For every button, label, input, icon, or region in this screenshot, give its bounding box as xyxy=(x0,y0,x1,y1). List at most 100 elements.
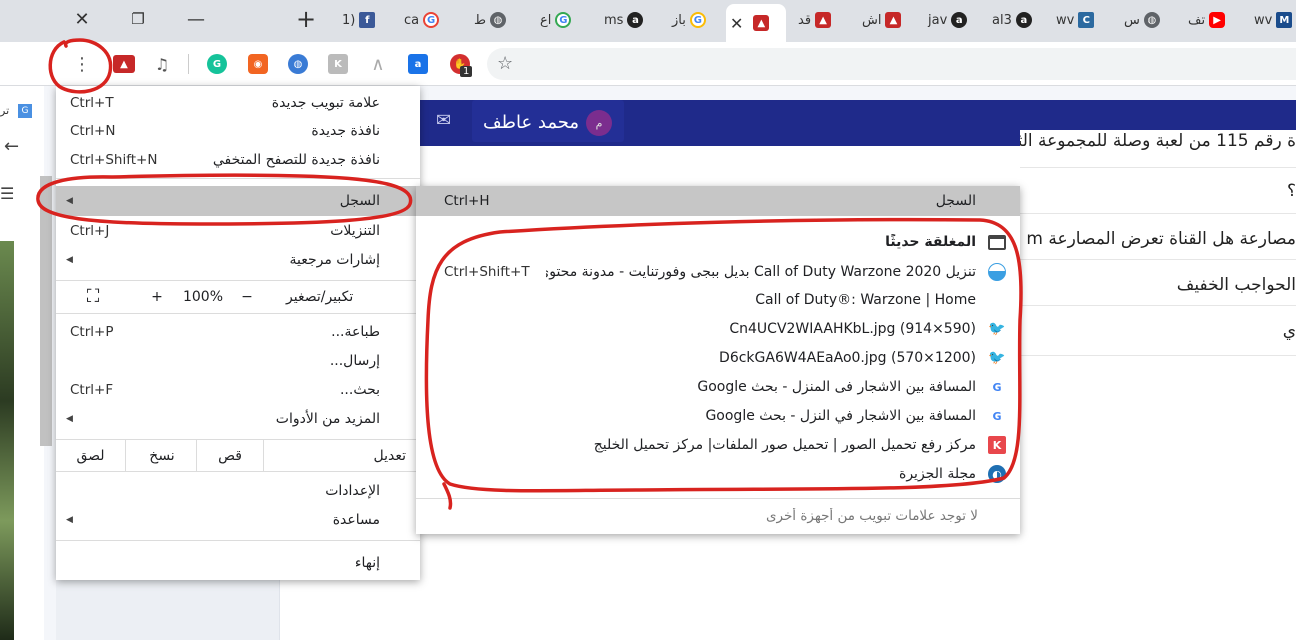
tab-label: س xyxy=(1124,12,1140,28)
tab-youtube[interactable]: تف ▶ xyxy=(1184,4,1238,36)
close-tab-icon[interactable]: ✕ xyxy=(730,14,743,33)
address-bar[interactable]: ☆ xyxy=(487,48,1296,80)
menu-item-label: بحث... xyxy=(339,381,380,398)
translate-extension[interactable]: a xyxy=(406,52,430,76)
history-item[interactable]: ◐ مجلة الجزيرة xyxy=(416,460,1020,488)
menu-separator xyxy=(56,540,420,541)
submenu-arrow-icon: ◀ xyxy=(66,254,73,265)
tab-google-2[interactable]: اع G xyxy=(536,4,588,36)
adblock-extension[interactable]: ✋ 1 xyxy=(448,52,473,77)
zoom-in-button[interactable]: + xyxy=(142,281,172,312)
history-item[interactable]: 🐦 Cn4UCV2WIAAHKbL.jpg (914×590) xyxy=(416,315,1020,343)
content-row[interactable]: مصارعة هل القناة تعرض المصارعة m xyxy=(1020,214,1296,260)
menu-settings[interactable]: الإعدادات xyxy=(56,476,420,505)
menu-help[interactable]: مساعدة ◀ xyxy=(56,505,420,534)
submenu-arrow-icon: ◀ xyxy=(66,514,73,525)
edit-label: تعديل xyxy=(373,447,407,464)
history-item-title: D6ckGA6W4AEaAo0.jpg (570×1200) xyxy=(719,350,976,366)
grammarly-extension[interactable]: G xyxy=(205,52,229,76)
m-icon: M xyxy=(1276,12,1293,28)
rss-extension[interactable]: ◉ xyxy=(246,52,270,76)
media-control-button[interactable]: ♫ xyxy=(150,52,174,76)
tab-site-3[interactable]: اش ▲ xyxy=(858,4,912,36)
history-item[interactable]: Call of Duty®: Warzone | Home xyxy=(416,286,1020,314)
tab-jav[interactable]: jav a xyxy=(924,4,978,36)
tab-label: al3 xyxy=(992,12,1012,28)
tab-label: 1) xyxy=(342,12,356,28)
tab-al3[interactable]: al3 a xyxy=(988,4,1040,36)
hamburger-icon[interactable]: ☰ xyxy=(0,184,14,203)
chevron-logo-icon: ∧ xyxy=(371,53,385,75)
site-extension-button[interactable]: ▲ xyxy=(112,52,136,76)
menu-new-tab[interactable]: علامة تبويب جديدة Ctrl+T xyxy=(56,88,420,117)
copy-button[interactable]: نسخ xyxy=(128,440,196,471)
menu-more-tools[interactable]: المزيد من الأدوات ◀ xyxy=(56,404,420,433)
c-icon: C xyxy=(1078,12,1095,28)
content-row[interactable]: ي xyxy=(1020,306,1296,356)
menu-print[interactable]: طباعة... Ctrl+P xyxy=(56,317,420,346)
new-tab-button[interactable]: + xyxy=(286,4,326,34)
content-row[interactable]: ة رقم 115 من لعبة وصلة للمجموعة الثالثة … xyxy=(1020,130,1296,168)
tab-label: wv xyxy=(1254,12,1273,28)
menu-bookmarks[interactable]: إشارات مرجعية ◀ xyxy=(56,245,420,274)
vector-extension[interactable]: ∧ xyxy=(366,52,390,76)
history-item[interactable]: تنزيل Call of Duty Warzone 2020 بديل ببج… xyxy=(416,258,1020,286)
history-shortcut: Ctrl+H xyxy=(444,193,490,209)
back-arrow-icon[interactable]: ← xyxy=(4,136,19,157)
tab-globe[interactable]: ط ◍ xyxy=(470,4,522,36)
menu-find[interactable]: بحث... Ctrl+F xyxy=(56,375,420,404)
history-item[interactable]: 🐦 D6ckGA6W4AEaAo0.jpg (570×1200) xyxy=(416,344,1020,372)
history-item[interactable]: G المسافة بين الاشجار في النزل - بحث Goo… xyxy=(416,402,1020,430)
tab-active[interactable]: ✕ ▲ xyxy=(726,4,786,42)
google-icon: G xyxy=(992,380,1002,394)
rss-icon: ◉ xyxy=(248,54,268,74)
menu-new-window[interactable]: نافذة جديدة Ctrl+N xyxy=(56,116,420,145)
zoom-out-button[interactable]: − xyxy=(232,281,262,312)
menu-item-shortcut: Ctrl+N xyxy=(70,122,116,139)
restore-icon: ❐ xyxy=(131,10,145,28)
content-row[interactable]: ؟ xyxy=(1020,168,1296,214)
tab-google-3[interactable]: باز G xyxy=(668,4,720,36)
minimize-window-button[interactable]: — xyxy=(176,4,216,34)
menu-incognito-window[interactable]: نافذة جديدة للتصفح المتخفي Ctrl+Shift+N xyxy=(56,145,420,174)
tab-wv[interactable]: wv C xyxy=(1052,4,1108,36)
fullscreen-icon[interactable]: ⛶ xyxy=(78,281,108,312)
tab-facebook[interactable]: 1) f xyxy=(338,4,390,36)
tab-label: ط xyxy=(474,12,487,28)
globe-extension[interactable]: ◍ xyxy=(286,52,310,76)
tab-google-ca[interactable]: ca G xyxy=(400,4,456,36)
history-item-title: مركز رفع تحميل الصور | تحميل صور الملفات… xyxy=(593,437,976,453)
restore-window-button[interactable]: ❐ xyxy=(118,4,158,34)
history-item[interactable]: K مركز رفع تحميل الصور | تحميل صور الملف… xyxy=(416,431,1020,459)
tab-site-2[interactable]: قد ▲ xyxy=(794,4,846,36)
chrome-menu-button[interactable]: ⋮ xyxy=(70,52,94,76)
cut-button[interactable]: قص xyxy=(196,440,264,471)
menu-item-label: التنزيلات xyxy=(330,222,380,239)
mail-icon[interactable]: ✉ xyxy=(436,110,451,131)
submenu-arrow-icon: ◀ xyxy=(66,413,73,424)
history-item[interactable]: G المسافة بين الاشجار فى المنزل - بحث Go… xyxy=(416,373,1020,401)
tab-ms[interactable]: ms a xyxy=(600,4,656,36)
paste-button[interactable]: لصق xyxy=(56,440,126,471)
star-icon[interactable]: ☆ xyxy=(497,53,513,74)
left-scrollbar[interactable] xyxy=(40,176,52,446)
close-window-button[interactable]: ✕ xyxy=(62,4,102,34)
k-extension[interactable]: K xyxy=(326,52,350,76)
tab-wv-2[interactable]: wv M xyxy=(1250,4,1296,36)
row-text: مصارعة هل القناة تعرض المصارعة m xyxy=(1026,229,1296,249)
menu-cast[interactable]: إرسال... xyxy=(56,346,420,375)
menu-history[interactable]: السجل ◀ xyxy=(56,186,420,216)
history-header[interactable]: Ctrl+H السجل xyxy=(416,186,1020,216)
menu-item-shortcut: Ctrl+T xyxy=(70,94,114,111)
menu-item-label: علامة تبويب جديدة xyxy=(271,94,380,111)
google-icon: G xyxy=(992,409,1002,423)
avatar: م xyxy=(586,110,612,136)
window-icon xyxy=(988,234,1006,250)
tab-globe-2[interactable]: س ◍ xyxy=(1120,4,1172,36)
content-row[interactable]: الحواجب الخفيف xyxy=(1020,260,1296,306)
recently-closed-header: المغلقة حديثًا xyxy=(416,228,1020,256)
menu-exit[interactable]: إنهاء xyxy=(56,548,420,577)
menu-downloads[interactable]: التنزيلات Ctrl+J xyxy=(56,216,420,245)
close-icon: ✕ xyxy=(74,8,90,30)
history-submenu: Ctrl+H السجل المغلقة حديثًا تنزيل Call o… xyxy=(416,186,1020,534)
